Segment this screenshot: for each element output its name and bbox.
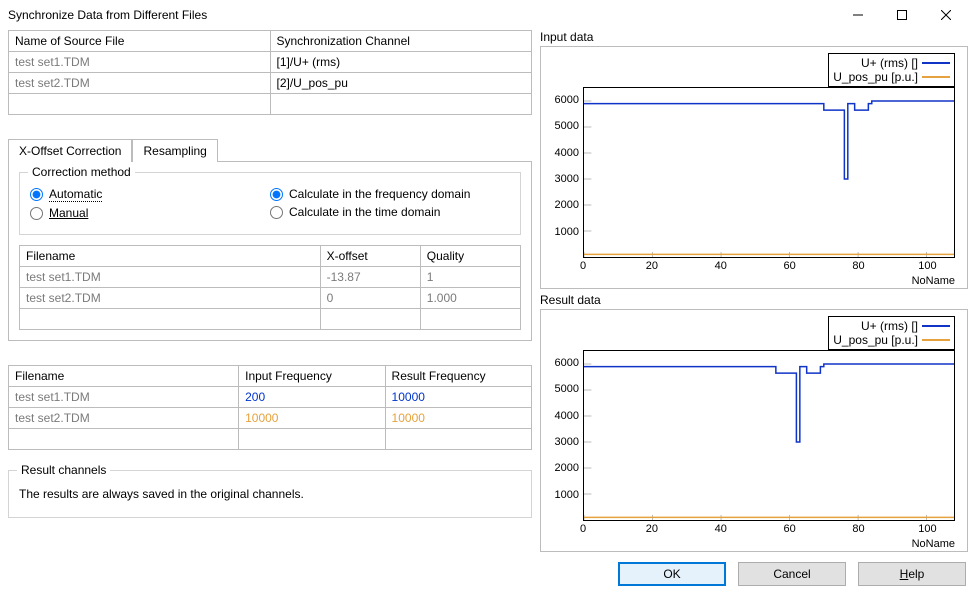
table-row[interactable]: test set2.TDM 10000 10000 <box>9 408 532 429</box>
close-button[interactable] <box>924 0 968 30</box>
group-legend: Result channels <box>17 463 110 477</box>
table-row[interactable]: test set2.TDM [2]/U_pos_pu <box>9 73 532 94</box>
result-channels-text: The results are always saved in the orig… <box>19 481 521 507</box>
table-row[interactable] <box>9 94 532 115</box>
maximize-button[interactable] <box>880 0 924 30</box>
cell-out: 10000 <box>385 387 531 408</box>
table-row[interactable] <box>9 429 532 450</box>
title-bar: Synchronize Data from Different Files <box>0 0 976 30</box>
col-resultfreq: Result Frequency <box>385 366 531 387</box>
col-filename: Filename <box>20 246 321 267</box>
radio-manual-input[interactable] <box>30 207 43 220</box>
cell-file: test set2.TDM <box>9 73 271 94</box>
cell-file: test set2.TDM <box>20 288 321 309</box>
radio-automatic-input[interactable] <box>30 188 43 201</box>
radio-time-label: Calculate in the time domain <box>289 205 440 219</box>
table-header-row: Filename Input Frequency Result Frequenc… <box>9 366 532 387</box>
table-row[interactable]: test set2.TDM 0 1.000 <box>20 288 521 309</box>
cell-file: test set1.TDM <box>9 387 239 408</box>
table-header-row: Name of Source File Synchronization Chan… <box>9 31 532 52</box>
radio-freq-input[interactable] <box>270 188 283 201</box>
cell-q: 1.000 <box>420 288 520 309</box>
cancel-button[interactable]: Cancel <box>738 562 846 586</box>
tab-pane-x-offset: Correction method Automatic Manual <box>8 161 532 341</box>
cell-file: test set1.TDM <box>9 52 271 73</box>
cell-channel: [2]/U_pos_pu <box>270 73 532 94</box>
table-row[interactable]: test set1.TDM -13.87 1 <box>20 267 521 288</box>
offset-table[interactable]: Filename X-offset Quality test set1.TDM … <box>19 245 521 330</box>
ok-button[interactable]: OK <box>618 562 726 586</box>
help-button[interactable]: Help <box>858 562 966 586</box>
source-file-table[interactable]: Name of Source File Synchronization Chan… <box>8 30 532 115</box>
col-sync-channel: Synchronization Channel <box>270 31 532 52</box>
tab-x-offset[interactable]: X-Offset Correction <box>8 139 132 162</box>
table-row[interactable]: test set1.TDM 200 10000 <box>9 387 532 408</box>
result-channels-group: Result channels The results are always s… <box>8 470 532 518</box>
input-chart: U+ (rms) []U_pos_pu [p.u.]10002000300040… <box>540 46 968 289</box>
result-chart: U+ (rms) []U_pos_pu [p.u.]10002000300040… <box>540 309 968 552</box>
input-chart-title: Input data <box>540 30 968 44</box>
cell-out: 10000 <box>385 408 531 429</box>
radio-time-input[interactable] <box>270 206 283 219</box>
col-inputfreq: Input Frequency <box>239 366 385 387</box>
cell-xoff: 0 <box>320 288 420 309</box>
radio-automatic[interactable]: Automatic <box>30 187 270 202</box>
cell-xoff: -13.87 <box>320 267 420 288</box>
table-header-row: Filename X-offset Quality <box>20 246 521 267</box>
radio-manual[interactable]: Manual <box>30 206 270 220</box>
col-xoffset: X-offset <box>320 246 420 267</box>
cell-in: 200 <box>239 387 385 408</box>
tab-strip: X-Offset Correction Resampling <box>8 139 532 162</box>
tab-resampling[interactable]: Resampling <box>132 139 217 162</box>
cell-in: 10000 <box>239 408 385 429</box>
radio-time-domain[interactable]: Calculate in the time domain <box>270 205 510 219</box>
radio-freq-label: Calculate in the frequency domain <box>289 187 470 201</box>
group-legend: Correction method <box>28 165 135 179</box>
cell-q: 1 <box>420 267 520 288</box>
radio-manual-label: Manual <box>49 206 88 220</box>
col-quality: Quality <box>420 246 520 267</box>
radio-freq-domain[interactable]: Calculate in the frequency domain <box>270 187 510 201</box>
cell-channel: [1]/U+ (rms) <box>270 52 532 73</box>
cell-file: test set1.TDM <box>20 267 321 288</box>
table-row[interactable] <box>20 309 521 330</box>
table-row[interactable]: test set1.TDM [1]/U+ (rms) <box>9 52 532 73</box>
frequency-table[interactable]: Filename Input Frequency Result Frequenc… <box>8 365 532 450</box>
radio-automatic-label: Automatic <box>49 187 102 202</box>
result-chart-title: Result data <box>540 293 968 307</box>
cell-file: test set2.TDM <box>9 408 239 429</box>
dialog-buttons: OK Cancel Help <box>618 562 966 586</box>
correction-method-group: Correction method Automatic Manual <box>19 172 521 235</box>
col-source-file: Name of Source File <box>9 31 271 52</box>
minimize-button[interactable] <box>836 0 880 30</box>
col-filename: Filename <box>9 366 239 387</box>
window-title: Synchronize Data from Different Files <box>8 8 836 22</box>
